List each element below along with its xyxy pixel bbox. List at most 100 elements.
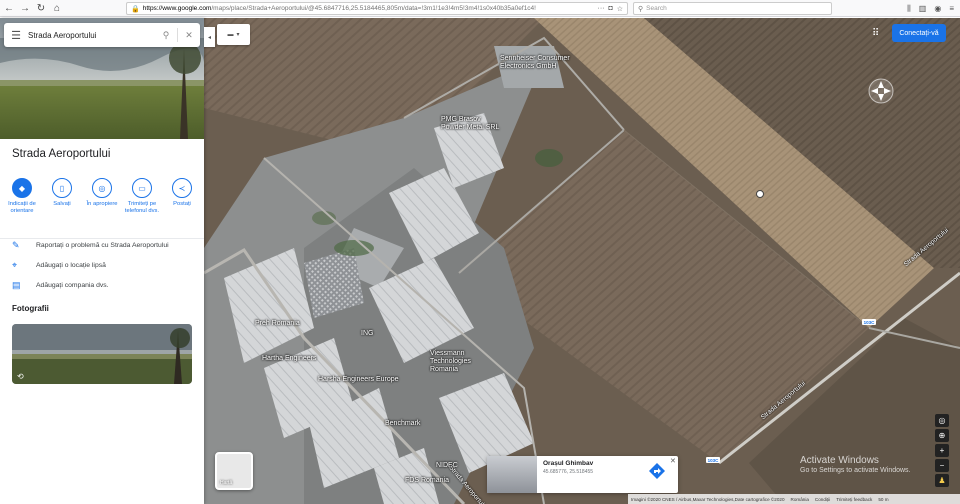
scale-bar[interactable]: 50 m	[878, 497, 888, 502]
map-label[interactable]: Benchmark	[385, 420, 420, 428]
map-label-text: Harsha Engineers Europe	[318, 376, 399, 383]
map-label[interactable]: Sennheiser Consumer Electronics GmbH	[500, 55, 570, 71]
directions-icon[interactable]	[648, 462, 666, 480]
place-title: Strada Aeroportului	[12, 148, 111, 160]
link-label: Adăugați o locație lipsă	[36, 261, 106, 269]
page-actions-icon[interactable]: ···	[597, 5, 604, 13]
action-label: În apropiere	[86, 201, 118, 207]
zoom-in-button[interactable]: +	[935, 444, 949, 457]
satellite-map[interactable]	[204, 18, 960, 504]
search-value[interactable]: Strada Aeroportului	[28, 31, 155, 40]
menu-icon[interactable]: ≡	[949, 4, 954, 13]
map-label[interactable]: FDS Romania	[405, 477, 449, 485]
layers-icon: ▬	[227, 31, 234, 38]
map-type-toggle[interactable]: Hartă	[215, 452, 253, 490]
road-shield-text: 103C	[707, 457, 719, 463]
road-shield: 103C	[862, 319, 876, 325]
account-icon[interactable]: ◉	[934, 4, 941, 13]
my-location-icon[interactable]: ⊕	[935, 429, 949, 442]
action-label: Salvați	[53, 201, 71, 207]
sidebar-icon[interactable]: ▥	[919, 4, 927, 13]
toolbar-right: ⫼ ▥ ◉ ≡	[907, 2, 954, 15]
signin-button[interactable]: Conectați-vă	[892, 24, 946, 42]
app-window: ← → ↻ ⌂ 🔒 https://www.google.com/maps/pl…	[0, 0, 960, 504]
terms-link[interactable]: Condiții	[815, 497, 830, 502]
url-text: https://www.google.com/maps/place/Strada…	[143, 5, 594, 12]
map-label[interactable]: Harsha Engineers Europe	[318, 376, 399, 384]
maps-search-input[interactable]: ☰ Strada Aeroportului ⚲ ✕	[4, 23, 200, 47]
satellite-imagery	[204, 18, 960, 504]
phone-icon: ▭	[132, 178, 152, 198]
action-label: Trimiteți pe telefonul dvs.	[124, 201, 160, 214]
photos-heading: Fotografii	[12, 304, 49, 313]
feedback-link[interactable]: Trimiteți feedback	[836, 497, 872, 502]
pocket-icon[interactable]: ◘	[608, 5, 612, 13]
add-location-link[interactable]: ⌖ Adăugați o locație lipsă	[0, 257, 204, 273]
map-label-text: Preh Romania	[255, 320, 300, 327]
pegman-icon[interactable]: ♟	[935, 474, 949, 487]
link-label: Raportați o problemă cu Strada Aeroportu…	[36, 241, 169, 249]
map-label[interactable]: Preh Romania	[255, 320, 300, 328]
map-label-text: Sennheiser Consumer Electronics GmbH	[500, 55, 570, 70]
layers-button[interactable]: ▬ ▾	[217, 24, 250, 45]
search-icon[interactable]: ⚲	[155, 30, 177, 41]
map-label-text: FDS Romania	[405, 477, 449, 484]
map-label-text: Viessmann Technologies Romania	[430, 350, 471, 373]
map-label-text: Benchmark	[385, 420, 421, 427]
send-to-phone-button[interactable]: ▭ Trimiteți pe telefonul dvs.	[123, 178, 161, 215]
watermark-title: Activate Windows	[800, 455, 879, 466]
link-label: Adăugați compania dvs.	[36, 281, 109, 289]
map-label[interactable]: Viessmann Technologies Romania	[430, 350, 500, 374]
close-icon[interactable]: ✕	[178, 30, 200, 41]
url-bar[interactable]: 🔒 https://www.google.com/maps/place/Stra…	[126, 2, 628, 15]
report-problem-link[interactable]: ✎ Raportați o problemă cu Strada Aeropor…	[0, 237, 204, 253]
search-placeholder: Search	[646, 5, 667, 12]
library-icon[interactable]: ⫼	[907, 4, 911, 14]
map-label-text: ING	[361, 330, 374, 337]
save-button[interactable]: ▯ Salvați	[43, 178, 81, 215]
map-label[interactable]: Hartha Engineers	[262, 355, 316, 363]
signin-label: Conectați-vă	[899, 29, 939, 37]
bookmark-star-icon[interactable]: ☆	[617, 5, 623, 13]
share-button[interactable]: ≺ Postați	[163, 178, 201, 215]
business-icon: ▤	[12, 279, 21, 290]
watermark-subtitle: Go to Settings to activate Windows.	[800, 467, 911, 474]
apps-grid-icon[interactable]: ⠿	[872, 28, 879, 39]
road-shield-text: 103C	[863, 319, 875, 325]
map-label[interactable]: PMG Brasov Powder Metal SRL	[441, 116, 503, 132]
photo-thumbnail[interactable]: ⟲	[12, 324, 192, 384]
side-panel: ☰ Strada Aeroportului ⚲ ✕ Strada Aeropor…	[0, 18, 204, 504]
rotate-icon[interactable]: ◎	[935, 414, 949, 427]
photo-image	[12, 324, 192, 384]
zoom-out-button[interactable]: −	[935, 459, 949, 472]
menu-icon[interactable]: ☰	[4, 29, 28, 42]
panorama-icon: ⟲	[17, 372, 24, 381]
directions-button[interactable]: ◆ Indicații de orientare	[3, 178, 41, 215]
road-shield: 103C	[706, 457, 720, 463]
browser-search-input[interactable]: ⚲ Search	[633, 2, 832, 15]
collapse-panel-button[interactable]: ◂	[204, 27, 215, 47]
close-icon[interactable]: ✕	[670, 457, 676, 465]
url-domain: https://www.google.com	[142, 5, 212, 12]
compass-icon[interactable]	[868, 78, 894, 104]
chevron-down-icon: ▾	[236, 32, 240, 38]
forward-icon[interactable]: →	[18, 1, 32, 15]
add-business-link[interactable]: ▤ Adăugați compania dvs.	[0, 277, 204, 293]
windows-activation-watermark: Activate Windows Go to Settings to activ…	[800, 455, 911, 474]
imagery-attribution: Imagini ©2020 CNES / Airbus,Maxar Techno…	[631, 496, 785, 502]
reload-icon[interactable]: ↻	[34, 1, 48, 15]
map-label-text: PMG Brasov Powder Metal SRL	[441, 116, 500, 131]
back-icon[interactable]: ←	[2, 1, 16, 15]
location-thumbnail[interactable]	[487, 456, 537, 493]
url-path: /maps/place/Strada+Aeroportului/@45.6847…	[211, 5, 536, 12]
pencil-icon: ✎	[12, 239, 20, 250]
nearby-button[interactable]: ◎ În apropiere	[83, 178, 121, 215]
map-label[interactable]: ING	[361, 330, 373, 338]
chevron-left-icon: ◂	[207, 34, 211, 41]
country-link[interactable]: România	[791, 497, 809, 502]
zoom-controls: ◎ ⊕ + − ♟	[935, 414, 949, 487]
map-footer: Imagini ©2020 CNES / Airbus,Maxar Techno…	[628, 494, 960, 504]
home-icon[interactable]: ⌂	[50, 1, 64, 15]
directions-icon: ◆	[12, 178, 32, 198]
bookmark-icon: ▯	[52, 178, 72, 198]
